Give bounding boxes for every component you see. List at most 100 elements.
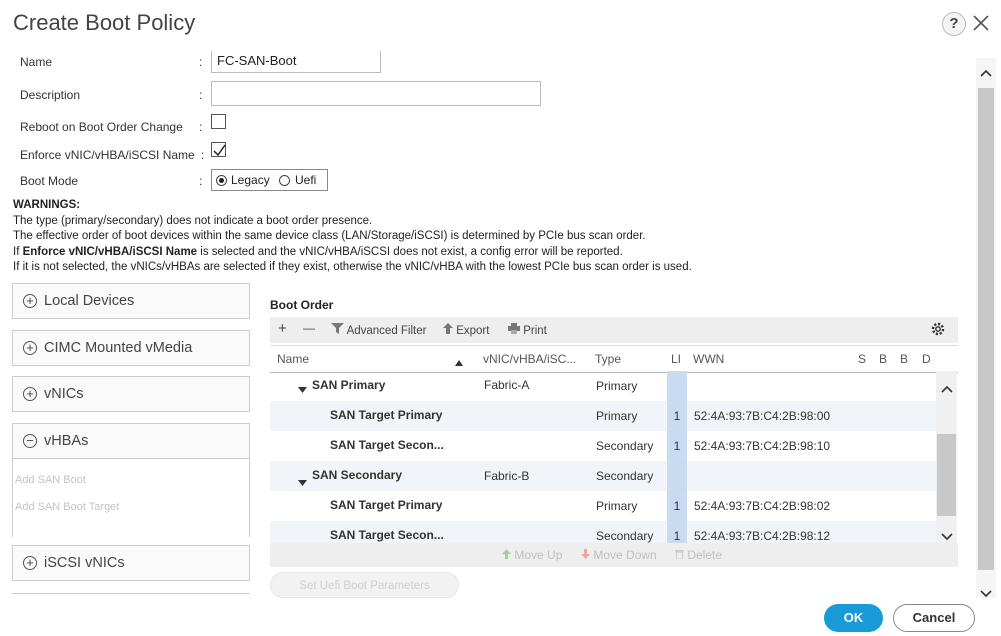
close-icon[interactable] bbox=[970, 12, 992, 34]
accordion-local-devices[interactable]: + Local Devices bbox=[12, 283, 250, 319]
warning-line: The type (primary/secondary) does not in… bbox=[13, 214, 373, 227]
row-lun: 1 bbox=[667, 491, 687, 521]
plus-circle-icon: + bbox=[23, 294, 37, 308]
boot-mode-uefi-label[interactable]: Uefi bbox=[295, 173, 316, 187]
row-type: Primary bbox=[596, 379, 638, 393]
boot-mode-legacy-radio[interactable] bbox=[216, 175, 227, 186]
description-label: Description bbox=[20, 88, 81, 102]
table-row[interactable]: SAN Target Primary Primary 1 52:4A:93:7B… bbox=[270, 401, 936, 431]
row-type: Secondary bbox=[596, 439, 654, 453]
row-name: SAN Target Primary bbox=[330, 498, 443, 512]
dialog-title: Create Boot Policy bbox=[13, 10, 196, 35]
move-down-button[interactable]: Move Down bbox=[581, 548, 657, 562]
minus-circle-icon: − bbox=[23, 434, 37, 448]
row-vnic: Fabric-A bbox=[484, 378, 530, 392]
row-lun: 1 bbox=[667, 521, 687, 543]
boot-mode-uefi-radio[interactable] bbox=[279, 175, 290, 186]
accordion-cimc-vmedia[interactable]: + CIMC Mounted vMedia bbox=[12, 330, 250, 366]
row-type: Secondary bbox=[596, 469, 654, 483]
plus-circle-icon: + bbox=[23, 341, 37, 355]
table-row[interactable]: SAN Secondary Fabric-B Secondary bbox=[270, 461, 936, 491]
delete-button[interactable]: Delete bbox=[675, 548, 722, 562]
accordion-label: Local Devices bbox=[44, 293, 135, 309]
colon: : bbox=[199, 120, 203, 134]
page-scrollbar-thumb[interactable] bbox=[978, 88, 994, 570]
colon: : bbox=[199, 55, 203, 69]
settings-gear-icon[interactable] bbox=[930, 321, 946, 340]
column-header-vnic[interactable]: vNIC/vHBA/iSC... bbox=[483, 352, 576, 366]
plus-circle-icon: + bbox=[23, 387, 37, 401]
row-name: SAN Target Secon... bbox=[330, 438, 444, 452]
row-type: Primary bbox=[596, 499, 638, 513]
advanced-filter-button[interactable]: Advanced Filter bbox=[331, 323, 426, 337]
accordion-vnics[interactable]: + vNICs bbox=[12, 376, 250, 412]
row-vnic: Fabric-B bbox=[484, 469, 530, 483]
column-header-d[interactable]: D bbox=[922, 352, 931, 366]
chevron-up-icon[interactable] bbox=[980, 64, 992, 82]
arrow-down-icon bbox=[581, 549, 590, 559]
export-button[interactable]: Export bbox=[443, 323, 489, 337]
chevron-down-icon[interactable] bbox=[980, 585, 992, 603]
row-wwn: 52:4A:93:7B:C4:2B:98:02 bbox=[694, 499, 831, 513]
checkmark-icon bbox=[213, 144, 226, 157]
plus-circle-icon: + bbox=[23, 556, 37, 570]
grid-header: Name vNIC/vHBA/iSC... Type LI WWN S B B … bbox=[270, 345, 958, 373]
column-header-wwn[interactable]: WWN bbox=[693, 352, 724, 366]
name-label: Name bbox=[20, 55, 53, 69]
print-button[interactable]: Print bbox=[508, 323, 547, 337]
enforce-label: Enforce vNIC/vHBA/iSCSI Name bbox=[20, 148, 195, 162]
row-lun bbox=[667, 371, 687, 401]
row-wwn: 52:4A:93:7B:C4:2B:98:00 bbox=[694, 409, 831, 423]
remove-button[interactable]: — bbox=[303, 321, 315, 335]
table-row[interactable]: SAN Target Primary Primary 1 52:4A:93:7B… bbox=[270, 491, 936, 521]
add-san-boot-link[interactable]: Add SAN Boot bbox=[15, 474, 86, 486]
sort-asc-icon[interactable] bbox=[455, 355, 463, 369]
column-header-type[interactable]: Type bbox=[595, 352, 621, 366]
accordion-iscsi-vnics[interactable]: + iSCSI vNICs bbox=[12, 545, 250, 581]
colon: : bbox=[199, 88, 203, 102]
row-name: SAN Target Primary bbox=[330, 408, 443, 422]
accordion-partial bbox=[12, 593, 250, 599]
column-header-s[interactable]: S bbox=[858, 352, 866, 366]
column-header-name[interactable]: Name bbox=[277, 352, 309, 366]
filter-icon bbox=[331, 323, 344, 334]
collapse-caret-icon[interactable] bbox=[298, 475, 307, 489]
row-type: Primary bbox=[596, 409, 638, 423]
row-wwn: 52:4A:93:7B:C4:2B:98:10 bbox=[694, 439, 831, 453]
row-type: Secondary bbox=[596, 529, 654, 543]
accordion-label: iSCSI vNICs bbox=[44, 555, 125, 571]
column-header-b[interactable]: B bbox=[879, 352, 887, 366]
chevron-up-icon[interactable] bbox=[941, 380, 953, 398]
move-up-button[interactable]: Move Up bbox=[502, 548, 562, 562]
column-header-b2[interactable]: B bbox=[900, 352, 908, 366]
table-row[interactable]: SAN Primary Fabric-A Primary bbox=[270, 371, 936, 401]
grid-scrollbar-thumb[interactable] bbox=[937, 434, 956, 516]
row-name: SAN Primary bbox=[312, 378, 386, 392]
help-button[interactable]: ? bbox=[942, 12, 966, 36]
boot-mode-legacy-label[interactable]: Legacy bbox=[231, 173, 270, 187]
warning-line: If Enforce vNIC/vHBA/iSCSI Name is selec… bbox=[13, 245, 623, 258]
row-name: SAN Secondary bbox=[312, 468, 403, 482]
reboot-label: Reboot on Boot Order Change bbox=[20, 120, 183, 134]
trash-icon bbox=[675, 550, 684, 560]
add-button[interactable]: + bbox=[278, 320, 287, 337]
export-icon bbox=[443, 323, 453, 334]
cancel-button[interactable]: Cancel bbox=[893, 604, 975, 632]
row-lun: 1 bbox=[667, 401, 687, 431]
accordion-label: CIMC Mounted vMedia bbox=[44, 340, 193, 356]
column-header-lun[interactable]: LI bbox=[671, 352, 681, 366]
warnings-block: WARNINGS: The type (primary/secondary) d… bbox=[13, 198, 973, 276]
collapse-caret-icon[interactable] bbox=[298, 382, 307, 396]
enforce-checkbox[interactable] bbox=[211, 142, 226, 157]
add-san-boot-target-link[interactable]: Add SAN Boot Target bbox=[15, 501, 119, 513]
table-row[interactable]: SAN Target Secon... Secondary 1 52:4A:93… bbox=[270, 431, 936, 461]
row-name: SAN Target Secon... bbox=[330, 528, 444, 542]
set-uefi-boot-parameters-button[interactable]: Set Uefi Boot Parameters bbox=[270, 572, 459, 598]
table-row[interactable]: SAN Target Secon... Secondary 1 52:4A:93… bbox=[270, 521, 936, 543]
reboot-checkbox[interactable] bbox=[211, 114, 226, 129]
description-input[interactable] bbox=[211, 81, 541, 106]
accordion-vhbas[interactable]: − vHBAs bbox=[12, 423, 250, 459]
ok-button[interactable]: OK bbox=[824, 604, 883, 632]
name-input[interactable]: FC-SAN-Boot bbox=[211, 51, 381, 73]
colon: : bbox=[201, 148, 205, 162]
